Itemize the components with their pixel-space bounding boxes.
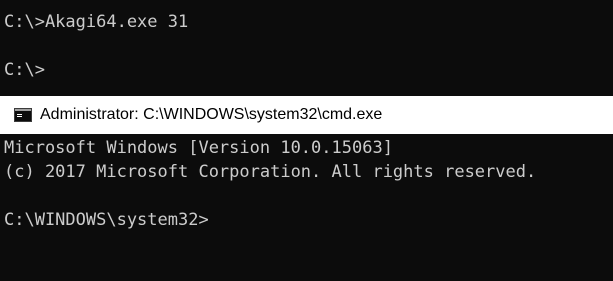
console-prompt[interactable]: C:\WINDOWS\system32>: [4, 208, 613, 232]
cmd-console[interactable]: Microsoft Windows [Version 10.0.15063] (…: [0, 134, 613, 281]
window-title: Administrator: C:\WINDOWS\system32\cmd.e…: [40, 106, 383, 123]
console-line: Microsoft Windows [Version 10.0.15063]: [4, 138, 393, 158]
window-titlebar[interactable]: Administrator: C:\WINDOWS\system32\cmd.e…: [0, 96, 613, 134]
console-line: C:\>Akagi64.exe 31: [4, 12, 189, 32]
console-prompt[interactable]: C:\>: [4, 58, 613, 82]
background-console: C:\>Akagi64.exe 31 C:\>: [0, 0, 613, 96]
cmd-icon[interactable]: [14, 108, 32, 122]
console-line: (c) 2017 Microsoft Corporation. All righ…: [4, 162, 537, 182]
